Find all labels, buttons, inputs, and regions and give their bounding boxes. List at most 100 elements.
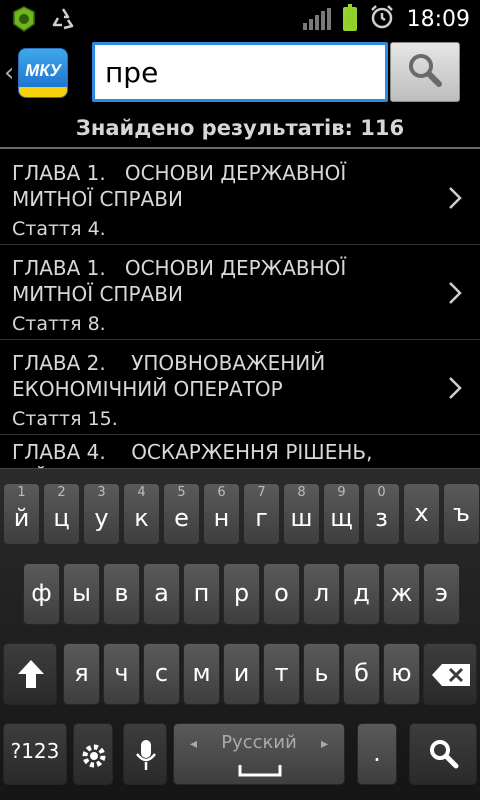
key-label: ?123: [10, 739, 60, 763]
key-label: ы: [72, 579, 91, 607]
key-у[interactable]: 3у: [83, 483, 120, 545]
key-ж[interactable]: ж: [383, 563, 420, 625]
backspace-key[interactable]: [423, 643, 477, 705]
key-label: л: [313, 579, 330, 607]
key-с[interactable]: с: [143, 643, 180, 705]
key-г[interactable]: 7г: [243, 483, 280, 545]
key-label: э: [434, 579, 449, 607]
key-label: ж: [390, 579, 413, 607]
key-ф[interactable]: ф: [23, 563, 60, 625]
alarm-icon: [369, 4, 395, 34]
key-б[interactable]: б: [343, 643, 380, 705]
key-label: б: [354, 659, 369, 687]
key-label: й: [13, 504, 30, 532]
list-item[interactable]: ГЛАВА 4. ОСКАРЖЕННЯ РІШЕНЬ, ДІЙ: [0, 435, 480, 468]
key-label: т: [274, 659, 289, 687]
key-д[interactable]: д: [343, 563, 380, 625]
signal-icon: [302, 8, 331, 30]
key-й[interactable]: 1й: [3, 483, 40, 545]
app-notification-icon: [12, 6, 36, 36]
voice-input-key[interactable]: [123, 723, 167, 785]
key-з[interactable]: 0з: [363, 483, 400, 545]
results-list: ГЛАВА 1. ОСНОВИ ДЕРЖАВНОЇ МИТНОЇ СПРАВИ …: [0, 150, 480, 468]
key-hint: 9: [337, 485, 346, 500]
list-item[interactable]: ГЛАВА 2. УПОВНОВАЖЕНИЙ ЕКОНОМІЧНИЙ ОПЕРА…: [0, 340, 480, 435]
search-input[interactable]: пре: [92, 42, 388, 102]
list-item-title: ГЛАВА 1. ОСНОВИ ДЕРЖАВНОЇ МИТНОЇ СПРАВИ: [12, 161, 353, 211]
list-item[interactable]: ГЛАВА 1. ОСНОВИ ДЕРЖАВНОЇ МИТНОЇ СПРАВИ …: [0, 245, 480, 340]
soft-keyboard: 1й2ц3у4к5е6н7г8ш9щ0зхъфывапролджэячсмить…: [0, 468, 480, 800]
key-э[interactable]: э: [423, 563, 460, 625]
key-label: а: [154, 579, 169, 607]
key-я[interactable]: я: [63, 643, 100, 705]
list-item-title: ГЛАВА 4. ОСКАРЖЕННЯ РІШЕНЬ, ДІЙ: [12, 440, 373, 468]
key-т[interactable]: т: [263, 643, 300, 705]
key-hint: 4: [137, 485, 146, 500]
key-label: г: [255, 504, 268, 532]
key-е[interactable]: 5е: [163, 483, 200, 545]
key-label: к: [134, 504, 149, 532]
key-hint: 5: [177, 485, 186, 500]
key-щ[interactable]: 9щ: [323, 483, 360, 545]
key-х[interactable]: х: [403, 483, 440, 545]
key-ы[interactable]: ы: [63, 563, 100, 625]
key-label: м: [192, 659, 211, 687]
key-о[interactable]: о: [263, 563, 300, 625]
key-label: в: [114, 579, 129, 607]
language-label: Русский: [221, 732, 297, 753]
search-button[interactable]: [390, 42, 460, 102]
settings-key[interactable]: [73, 723, 113, 785]
key-л[interactable]: л: [303, 563, 340, 625]
search-icon: [405, 50, 445, 94]
key-н[interactable]: 6н: [203, 483, 240, 545]
key-label: .: [373, 739, 381, 767]
key-label: х: [414, 499, 429, 527]
key-label: я: [74, 659, 89, 687]
status-bar: 18:09: [0, 0, 480, 38]
key-hint: 7: [257, 485, 266, 500]
key-label: з: [375, 504, 388, 532]
key-label: н: [213, 504, 230, 532]
key-label: о: [274, 579, 289, 607]
key-label: с: [154, 659, 169, 687]
results-count: Знайдено результатів: 116: [75, 116, 405, 140]
key-ь[interactable]: ь: [303, 643, 340, 705]
list-item-title: ГЛАВА 1. ОСНОВИ ДЕРЖАВНОЇ МИТНОЇ СПРАВИ: [12, 256, 353, 306]
shift-key[interactable]: [3, 643, 57, 705]
search-key[interactable]: [409, 723, 477, 785]
recycle-icon: [50, 6, 76, 36]
chevron-right-icon: ▸: [320, 736, 328, 752]
key-ъ[interactable]: ъ: [443, 483, 480, 545]
key-п[interactable]: п: [183, 563, 220, 625]
key-в[interactable]: в: [103, 563, 140, 625]
clock-time: 18:09: [406, 6, 470, 32]
key-hint: 6: [217, 485, 226, 500]
shift-arrow-icon: [16, 658, 46, 694]
key-р[interactable]: р: [223, 563, 260, 625]
key-ц[interactable]: 2ц: [43, 483, 80, 545]
key-ш[interactable]: 8ш: [283, 483, 320, 545]
period-key[interactable]: .: [357, 723, 397, 785]
key-label: ю: [391, 659, 412, 687]
divider: [0, 147, 480, 149]
key-а[interactable]: а: [143, 563, 180, 625]
list-item[interactable]: ГЛАВА 1. ОСНОВИ ДЕРЖАВНОЇ МИТНОЇ СПРАВИ …: [0, 150, 480, 245]
list-item-subtitle: Стаття 4.: [12, 218, 106, 240]
back-chevron-icon[interactable]: ‹: [4, 60, 14, 86]
list-item-subtitle: Стаття 8.: [12, 313, 106, 335]
chevron-right-icon: [448, 281, 462, 309]
key-label: ч: [114, 659, 129, 687]
key-label: е: [174, 504, 189, 532]
key-к[interactable]: 4к: [123, 483, 160, 545]
key-ч[interactable]: ч: [103, 643, 140, 705]
key-label: у: [94, 504, 109, 532]
space-bar-icon: [238, 762, 282, 781]
key-ю[interactable]: ю: [383, 643, 420, 705]
key-м[interactable]: м: [183, 643, 220, 705]
key-и[interactable]: и: [223, 643, 260, 705]
symbols-key[interactable]: ?123: [3, 723, 67, 785]
key-label: п: [193, 579, 210, 607]
space-key[interactable]: ◂ Русский ▸: [173, 723, 345, 785]
key-label: р: [233, 579, 250, 607]
app-logo[interactable]: МКУ: [18, 48, 68, 98]
